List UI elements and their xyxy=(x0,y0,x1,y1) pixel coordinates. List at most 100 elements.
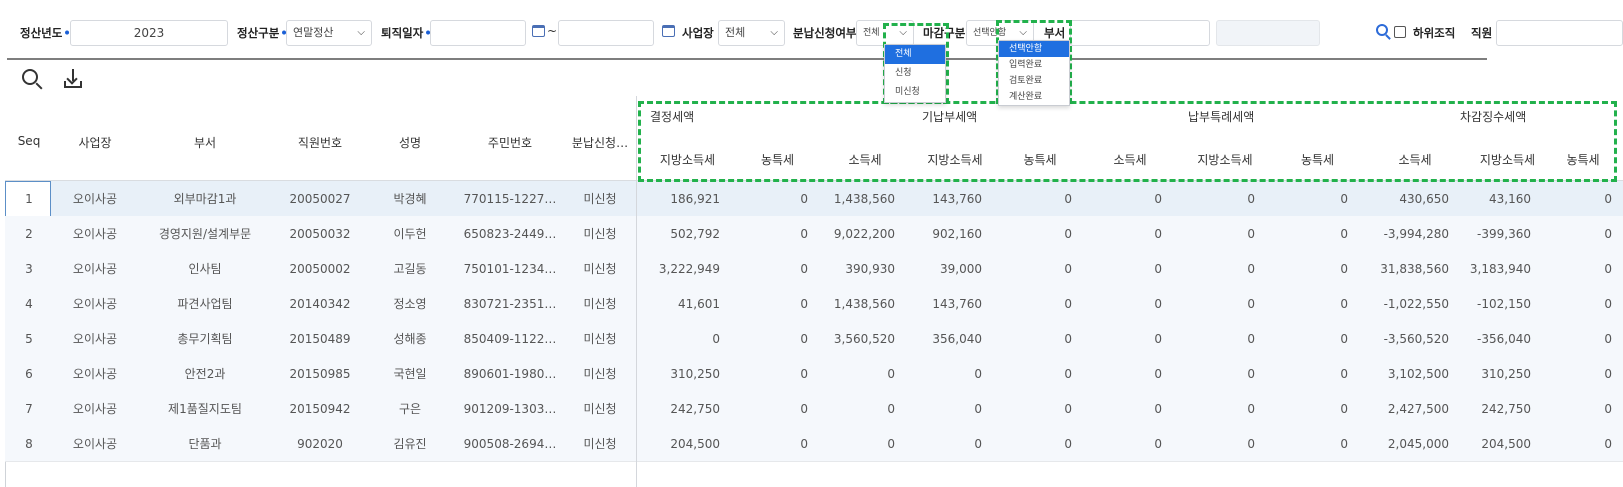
cell-rrn: 850409-1122… xyxy=(463,332,557,346)
cell-d-local: 0 xyxy=(712,332,720,346)
sub-org-label: 하위조직 xyxy=(1413,26,1456,40)
cell-x-rural: 0 xyxy=(1604,402,1612,416)
cell-d-rural: 0 xyxy=(800,262,808,276)
cell-s-income: 0 xyxy=(1154,227,1162,241)
col-header-name[interactable]: 성명 xyxy=(365,134,455,151)
col-header-prepaid-rural[interactable]: 농특세 xyxy=(1000,151,1080,168)
cell-p-local: 356,040 xyxy=(932,332,982,346)
calendar-icon[interactable] xyxy=(532,25,545,37)
table-row[interactable]: 5 오이사공 총무기획팀 20150489 성해종 850409-1122… 미신청 0 0 3,… xyxy=(5,321,1623,357)
col-header-special-rural[interactable]: 농특세 xyxy=(1270,151,1365,168)
cell-d-local: 242,750 xyxy=(670,402,720,416)
closing-option[interactable]: 선택안함 xyxy=(999,41,1069,57)
installment-option[interactable]: 전체 xyxy=(885,45,945,64)
col-header-deduct-income[interactable]: 소득세 xyxy=(1365,151,1465,168)
cell-d-rural: 0 xyxy=(800,367,808,381)
table-row[interactable]: 4 오이사공 파견사업팀 20140342 정소영 830721-2351… 미신청 41,6… xyxy=(5,286,1623,322)
filter-divider xyxy=(7,58,1487,60)
cell-s-local: 0 xyxy=(1247,192,1255,206)
col-header-prepaid-income[interactable]: 소득세 xyxy=(820,151,910,168)
cell-s-rural: 0 xyxy=(1340,437,1348,451)
col-header-prepaid-local[interactable]: 지방소득세 xyxy=(910,151,1000,168)
col-header-emp-no[interactable]: 직원번호 xyxy=(275,134,365,151)
cell-s-income: 0 xyxy=(1154,297,1162,311)
cell-installment: 미신청 xyxy=(583,262,617,276)
site-value: 전체 xyxy=(725,26,746,39)
dept-label: 부서 xyxy=(1044,26,1066,40)
site-label: 사업장 xyxy=(682,26,714,40)
chevron-down-icon: ⌵ xyxy=(899,27,907,38)
cell-installment: 미신청 xyxy=(583,367,617,381)
installment-label: 분납신청여부 xyxy=(793,26,857,40)
installment-option[interactable]: 신청 xyxy=(885,64,945,83)
cell-p-income: 0 xyxy=(887,437,895,451)
table-row[interactable]: 6 오이사공 안전2과 20150985 국현일 890601-1980… 미신청 310,2… xyxy=(5,356,1623,392)
date-range-tilde: ~ xyxy=(547,24,558,38)
cell-p-income: 1,438,560 xyxy=(833,297,895,311)
cell-x-rural: 0 xyxy=(1604,227,1612,241)
cell-p-income: 1,438,560 xyxy=(833,192,895,206)
table-row[interactable]: 8 오이사공 단품과 902020 김유진 900508-2694… 미신청 204,500 0… xyxy=(5,426,1623,462)
closing-option[interactable]: 입력완료 xyxy=(999,57,1069,73)
retire-date-label: 퇴직일자 xyxy=(381,25,432,41)
col-header-special-income[interactable]: 소득세 xyxy=(1080,151,1180,168)
cell-p-rural: 0 xyxy=(1064,437,1072,451)
cell-seq: 4 xyxy=(25,297,33,311)
search-icon[interactable] xyxy=(1376,24,1388,36)
col-header-installment[interactable]: 분납신청… xyxy=(565,134,635,151)
table-row[interactable]: 7 오이사공 제1품질지도팀 20150942 구은 901209-1303… 미신청 242… xyxy=(5,391,1623,427)
col-header-determined-local[interactable]: 지방소득세 xyxy=(640,151,735,168)
retire-date-from-input[interactable] xyxy=(430,20,526,46)
cell-emp-no: 20050002 xyxy=(289,262,351,276)
cell-s-local: 0 xyxy=(1247,367,1255,381)
cell-site: 오이사공 xyxy=(72,402,118,416)
cell-s-rural: 0 xyxy=(1340,297,1348,311)
sub-org-checkbox[interactable] xyxy=(1394,26,1406,38)
cell-installment: 미신청 xyxy=(583,227,617,241)
col-header-seq[interactable]: Seq xyxy=(5,134,53,148)
year-input[interactable]: 2023 xyxy=(70,20,228,46)
cell-p-rural: 0 xyxy=(1064,332,1072,346)
cell-rrn: 830721-2351… xyxy=(463,297,557,311)
cell-x-income: 430,650 xyxy=(1399,192,1449,206)
cell-p-local: 902,160 xyxy=(932,227,982,241)
col-header-deduct-rural[interactable]: 농특세 xyxy=(1550,151,1616,168)
installment-option[interactable]: 미신청 xyxy=(885,83,945,102)
dept-input[interactable] xyxy=(1070,20,1210,46)
cell-d-rural: 0 xyxy=(800,297,808,311)
cell-installment: 미신청 xyxy=(583,192,617,206)
installment-select[interactable]: 전체 ⌵ xyxy=(856,20,914,46)
col-header-dept[interactable]: 부서 xyxy=(135,134,275,151)
cell-name: 이두헌 xyxy=(393,227,427,241)
cell-x-local: 204,500 xyxy=(1481,437,1531,451)
retire-date-to-input[interactable] xyxy=(558,20,654,46)
table-row[interactable]: 2 오이사공 경영지원/설계부문 20050032 이두헌 650823-2449… 미신청… xyxy=(5,216,1623,252)
table-row[interactable]: 1 오이사공 외부마감1과 20050027 박경혜 770115-1227… 미신청 186… xyxy=(5,181,1623,217)
col-header-rrn[interactable]: 주민번호 xyxy=(455,134,565,151)
cell-seq: 7 xyxy=(25,402,33,416)
col-header-deduct-local[interactable]: 지방소득세 xyxy=(1465,151,1550,168)
settlement-type-select[interactable]: 연말정산 ⌵ xyxy=(286,20,372,46)
calendar-icon[interactable] xyxy=(662,25,675,37)
cell-x-rural: 0 xyxy=(1604,192,1612,206)
search-icon[interactable] xyxy=(22,69,38,85)
closing-option[interactable]: 검토완료 xyxy=(999,73,1069,89)
table-row[interactable]: 3 오이사공 인사팀 20050002 고길동 750101-1234… 미신청 3,222,… xyxy=(5,251,1623,287)
employee-input[interactable] xyxy=(1496,20,1623,46)
cell-seq: 5 xyxy=(25,332,33,346)
cell-site: 오이사공 xyxy=(72,227,118,241)
cell-seq: 2 xyxy=(25,227,33,241)
col-header-special-local[interactable]: 지방소득세 xyxy=(1180,151,1270,168)
col-header-determined-rural[interactable]: 농특세 xyxy=(735,151,820,168)
cell-x-rural: 0 xyxy=(1604,297,1612,311)
col-header-site[interactable]: 사업장 xyxy=(55,134,135,151)
download-icon[interactable] xyxy=(63,68,83,90)
cell-name: 구은 xyxy=(398,402,422,416)
site-select[interactable]: 전체 ⌵ xyxy=(718,20,785,46)
cell-site: 오이사공 xyxy=(72,297,118,311)
cell-p-rural: 0 xyxy=(1064,192,1072,206)
dept-name-field xyxy=(1216,20,1320,46)
cell-dept: 단품과 xyxy=(188,437,222,451)
closing-option[interactable]: 계산완료 xyxy=(999,89,1069,105)
cell-s-income: 0 xyxy=(1154,192,1162,206)
